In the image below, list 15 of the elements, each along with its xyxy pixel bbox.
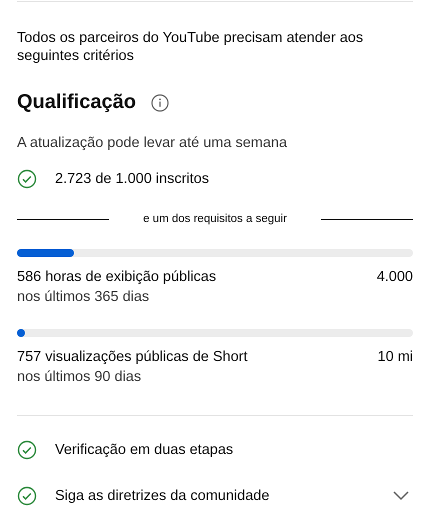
chevron-down-icon[interactable] [393,491,409,501]
update-note: A atualização pode levar até uma semana [17,135,288,151]
intro-text: Todos os parceiros do YouTube precisam atender aos seguintes critérios [17,29,364,65]
section-title: Qualificação [17,91,136,114]
metric-period: nos últimos 365 dias [17,289,150,305]
metric-period: nos últimos 90 dias [17,369,142,385]
requirement-text: Siga as diretrizes da comunidade [55,488,270,504]
metric-label: 586 horas de exibição públicas [17,269,216,285]
requirement-text: Verificação em duas etapas [55,442,234,458]
metric-target: 10 mi [378,349,413,365]
metric-target: 4.000 [376,269,413,285]
metric-label: 757 visualizações públicas de Short [17,349,248,365]
info-icon[interactable] [150,94,169,112]
separator-text: e um dos requisitos a seguir [143,213,287,225]
requirement-text: 2.723 de 1.000 inscritos [55,171,210,187]
